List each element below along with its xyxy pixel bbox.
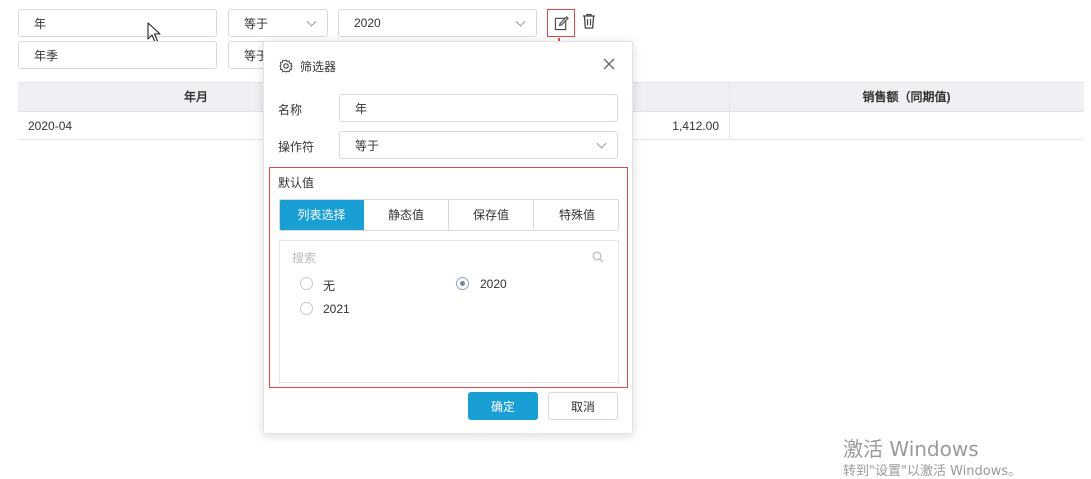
chevron-down-icon xyxy=(596,138,607,149)
option-label: 无 xyxy=(323,279,336,293)
column-header-sales-yoy: 销售额（同期值) xyxy=(862,90,951,104)
filter-value-text: 2020 xyxy=(354,16,381,30)
chevron-down-icon xyxy=(515,16,526,27)
watermark-subtitle: 转到"设置"以激活 Windows。 xyxy=(843,464,1022,479)
radio-option-none[interactable] xyxy=(300,277,313,290)
gear-icon xyxy=(279,59,293,73)
filter-value-select-1[interactable]: 2020 xyxy=(338,9,537,37)
tab-special-value[interactable]: 特殊值 xyxy=(534,200,618,230)
option-label: 2020 xyxy=(480,277,507,291)
delete-button[interactable] xyxy=(582,13,598,31)
tab-static-value[interactable]: 静态值 xyxy=(364,200,449,230)
default-value-tabs: 列表选择 静态值 保存值 特殊值 xyxy=(279,199,619,231)
filter-name-field-2[interactable]: 年季 xyxy=(18,41,217,69)
filter-operator-select-1[interactable]: 等于 xyxy=(228,9,328,37)
operator-label: 操作符 xyxy=(278,140,315,154)
search-icon xyxy=(592,251,604,263)
cancel-button[interactable]: 取消 xyxy=(548,392,618,420)
filter-dialog: 筛选器 名称 年 操作符 等于 默认值 列表选择 静态值 保存值 特殊值 搜索 … xyxy=(263,41,633,434)
confirm-button[interactable]: 确定 xyxy=(468,392,538,420)
filter-operator-value: 等于 xyxy=(244,16,269,31)
option-label: 2021 xyxy=(323,302,350,316)
filter-name-field-1[interactable]: 年 xyxy=(18,9,217,37)
search-input[interactable]: 搜索 xyxy=(292,249,316,266)
default-value-label: 默认值 xyxy=(278,176,315,190)
filter-name-value: 年季 xyxy=(34,48,59,63)
radio-option-2021[interactable] xyxy=(300,302,313,315)
dialog-title: 筛选器 xyxy=(300,60,337,74)
operator-select-value: 等于 xyxy=(355,138,380,153)
name-input-value: 年 xyxy=(355,101,368,116)
watermark-title: 激活 Windows xyxy=(843,437,979,461)
filter-name-value: 年 xyxy=(34,16,47,31)
option-list-panel: 搜索 无 2020 2021 xyxy=(279,240,619,383)
tab-saved-value[interactable]: 保存值 xyxy=(449,200,534,230)
cell-month: 2020-04 xyxy=(28,119,73,133)
trash-icon xyxy=(583,13,595,29)
name-label: 名称 xyxy=(278,103,303,117)
tab-list-select[interactable]: 列表选择 xyxy=(280,200,364,230)
radio-option-2020[interactable] xyxy=(456,277,469,290)
edit-icon xyxy=(554,15,569,30)
operator-select[interactable]: 等于 xyxy=(339,131,618,159)
chevron-down-icon xyxy=(306,16,317,27)
edit-button[interactable] xyxy=(547,9,575,37)
name-input[interactable]: 年 xyxy=(339,94,618,122)
cell-amount: 1,412.00 xyxy=(672,119,719,133)
close-icon[interactable] xyxy=(603,58,615,70)
